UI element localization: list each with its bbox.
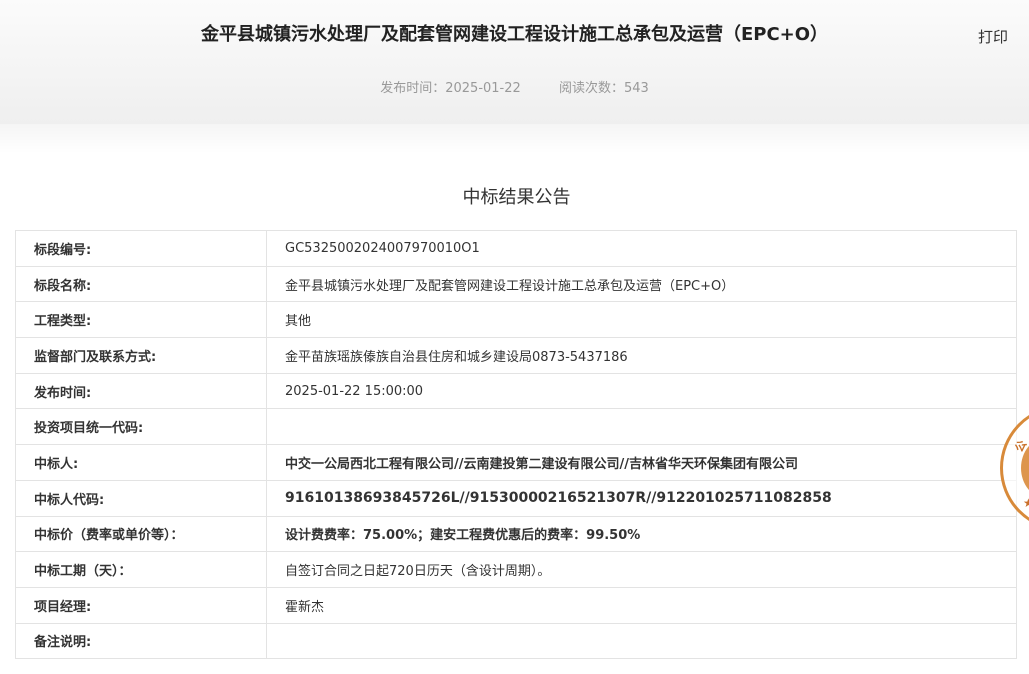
- row-value: 霍新杰: [266, 586, 1017, 624]
- table-row: 项目经理: 霍新杰: [15, 586, 1017, 624]
- row-value: GC5325002024007970010O1: [266, 230, 1017, 267]
- table-row: 监督部门及联系方式: 金平苗族瑶族傣族自治县住房和城乡建设局0873-54371…: [15, 337, 1017, 374]
- row-label: 中标价（费率或单价等）：: [15, 515, 267, 553]
- seal-star-icon: ★: [1023, 496, 1029, 510]
- row-value: 金平县城镇污水处理厂及配套管网建设工程设计施工总承包及运营（EPC+O）: [266, 265, 1017, 303]
- row-value: [266, 408, 1017, 446]
- publish-time: 发布时间：2025-01-22: [380, 81, 521, 96]
- row-value: 2025-01-22 15:00:00: [266, 372, 1017, 410]
- row-value: 中交一公局西北工程有限公司//云南建投第二建设有限公司//吉林省华天环保集团有限…: [266, 444, 1017, 481]
- row-label: 标段编号:: [15, 230, 267, 267]
- page-title: 金平县城镇污水处理厂及配套管网建设工程设计施工总承包及运营（EPC+O）: [200, 24, 829, 45]
- row-label: 项目经理:: [15, 586, 267, 624]
- row-label: 标段名称:: [15, 265, 267, 303]
- table-row: 投资项目统一代码:: [15, 408, 1017, 446]
- row-label: 备注说明:: [15, 622, 267, 660]
- article-meta: 发布时间：2025-01-22 阅读次数：543: [0, 77, 1029, 96]
- header-bar: [0, 0, 1029, 124]
- section-title: 中标结果公告: [462, 187, 571, 208]
- row-value: 设计费费率：75.00%；建安工程费优惠后的费率：99.50%: [266, 515, 1017, 553]
- table-row: 中标工期（天）： 自签订合同之日起720日历天（含设计周期）。: [15, 551, 1017, 588]
- print-button[interactable]: 打印: [978, 26, 1008, 47]
- read-count: 阅读次数：543: [558, 81, 649, 96]
- row-label: 发布时间:: [15, 372, 267, 410]
- page: 金平县城镇污水处理厂及配套管网建设工程设计施工总承包及运营（EPC+O） 打印 …: [0, 0, 1029, 674]
- table-row: 中标价（费率或单价等）： 设计费费率：75.00%；建安工程费优惠后的费率：99…: [15, 515, 1017, 553]
- row-label: 投资项目统一代码:: [15, 408, 267, 446]
- table-row: 备注说明:: [15, 622, 1017, 660]
- row-label: 工程类型:: [15, 301, 267, 339]
- table-row: 工程类型: 其他: [15, 301, 1017, 339]
- table-row: 标段名称: 金平县城镇污水处理厂及配套管网建设工程设计施工总承包及运营（EPC+…: [15, 265, 1017, 303]
- header-shadow: [0, 124, 1029, 154]
- table-row: 中标人代码: 91610138693845726L//9153000021652…: [15, 479, 1017, 517]
- row-value: 自签订合同之日起720日历天（含设计周期）。: [266, 551, 1017, 588]
- row-label: 中标人:: [15, 444, 267, 481]
- row-value: 金平苗族瑶族傣族自治县住房和城乡建设局0873-5437186: [266, 337, 1017, 374]
- row-value: 其他: [266, 301, 1017, 339]
- table-row: 发布时间: 2025-01-22 15:00:00: [15, 372, 1017, 410]
- table-row: 标段编号: GC5325002024007970010O1: [15, 230, 1017, 267]
- row-label: 中标工期（天）：: [15, 551, 267, 588]
- row-value: [266, 622, 1017, 660]
- table-row: 中标人: 中交一公局西北工程有限公司//云南建投第二建设有限公司//吉林省华天环…: [15, 444, 1017, 481]
- row-label: 中标人代码:: [15, 479, 267, 517]
- row-value: 91610138693845726L//91530000216521307R//…: [266, 479, 1017, 517]
- result-table: 标段编号: GC5325002024007970010O1 标段名称: 金平县城…: [15, 230, 1017, 660]
- row-label: 监督部门及联系方式:: [15, 337, 267, 374]
